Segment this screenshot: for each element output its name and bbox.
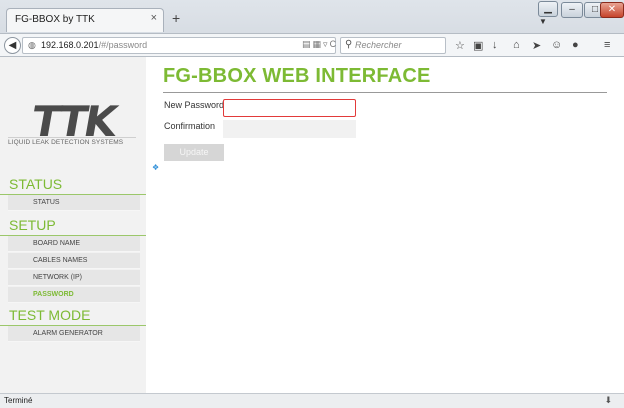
navigation-toolbar: ◀ ◍ 192.168.0.201/#/password ▤▦▿C ⚲ Rech…: [0, 33, 624, 57]
update-button[interactable]: Update: [164, 144, 224, 161]
sidebar-item-cables-names[interactable]: CABLES NAMES: [8, 253, 140, 269]
page-title: FG-BBOX WEB INTERFACE: [163, 65, 431, 87]
section-title-status: STATUS: [9, 176, 63, 192]
section-title-setup: SETUP: [9, 217, 56, 233]
search-placeholder: Rechercher: [355, 40, 402, 50]
sidebar: TTK LIQUID LEAK DETECTION SYSTEMS STATUS…: [0, 57, 146, 393]
status-text: Terminé: [4, 396, 33, 405]
confirmation-label: Confirmation: [164, 121, 216, 131]
new-tab-button[interactable]: +: [172, 10, 180, 26]
close-window-button[interactable]: ✕: [600, 2, 624, 18]
main-content: FG-BBOX WEB INTERFACE New Password Confi…: [146, 57, 624, 393]
search-icon: ⚲: [345, 39, 353, 50]
sidebar-item-network[interactable]: NETWORK (IP): [8, 270, 140, 286]
url-host: 192.168.0.201: [41, 40, 99, 50]
back-button[interactable]: ◀: [4, 37, 21, 54]
sidebar-item-board-name[interactable]: BOARD NAME: [8, 236, 140, 252]
home-icon[interactable]: ⌂: [513, 39, 520, 51]
send-icon[interactable]: ➤: [532, 39, 541, 52]
download-status-icon[interactable]: ⬇: [604, 395, 612, 406]
minimize-window-button[interactable]: –: [561, 2, 583, 18]
url-tools: ▤▦▿C: [302, 39, 338, 50]
loading-spinner-icon: ❖: [152, 163, 160, 172]
smiley-icon[interactable]: ☺: [551, 39, 562, 51]
site-info-icon[interactable]: ◍: [28, 40, 36, 51]
section-title-test-mode: TEST MODE: [9, 307, 91, 323]
logo-divider: [8, 137, 136, 138]
menu-icon[interactable]: ≡: [604, 39, 610, 51]
url-text: 192.168.0.201/#/password: [41, 40, 147, 50]
chat-icon[interactable]: ●: [572, 39, 579, 51]
download-icon[interactable]: ↓: [492, 39, 498, 51]
new-password-label: New Password: [164, 100, 225, 110]
reader-icon[interactable]: ▤: [302, 39, 313, 49]
tab-close-icon[interactable]: ×: [151, 12, 157, 24]
sidebar-item-password[interactable]: PASSWORD: [8, 287, 140, 303]
minimize-button[interactable]: ▁: [538, 1, 558, 17]
tab-list-chevron-icon[interactable]: ▼: [539, 17, 547, 26]
tagline: LIQUID LEAK DETECTION SYSTEMS: [8, 139, 124, 146]
title-divider: [163, 92, 607, 93]
url-bar[interactable]: ◍ 192.168.0.201/#/password ▤▦▿C: [22, 37, 336, 54]
browser-tab[interactable]: FG-BBOX by TTK ×: [6, 8, 164, 32]
url-path: /#/password: [98, 40, 148, 50]
reload-icon[interactable]: C: [330, 39, 339, 49]
confirmation-input[interactable]: [223, 120, 356, 138]
bookmark-star-icon[interactable]: ☆: [455, 39, 465, 52]
sidebar-item-alarm-generator[interactable]: ALARM GENERATOR: [8, 326, 140, 342]
sidebar-item-status[interactable]: STATUS: [8, 195, 140, 211]
tab-title: FG-BBOX by TTK: [15, 14, 95, 25]
bookmarks-list-icon[interactable]: ▣: [473, 39, 483, 52]
browser-status-bar: Terminé ⬇: [0, 393, 624, 408]
grid-icon[interactable]: ▦: [313, 39, 324, 49]
search-bar[interactable]: ⚲ Rechercher: [340, 37, 446, 54]
new-password-input[interactable]: [223, 99, 356, 117]
